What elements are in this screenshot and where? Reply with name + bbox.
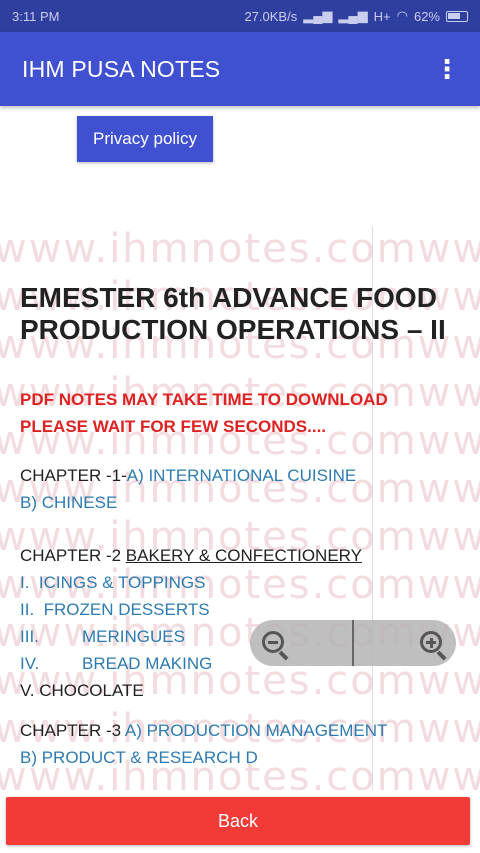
watermark-text: www.ihmnotes.comwww.: [0, 226, 480, 272]
network-speed: 27.0KB/s: [244, 8, 298, 24]
status-bar: 3:11 PM 27.0KB/s ▂▄▆ ▂▄▆ H+ ◠ 62%: [0, 0, 480, 32]
chapter-2-item[interactable]: II. FROZEN DESSERTS: [20, 599, 210, 621]
battery-icon: [446, 10, 468, 22]
page-heading: EMESTER 6th ADVANCE FOOD PRODUCTION OPER…: [20, 282, 446, 345]
webview[interactable]: www.ihmnotes.comwww. www.ihmnotes.comwww…: [0, 226, 480, 790]
download-warning: PDF NOTES MAY TAKE TIME TO DOWNLOAD PLEA…: [20, 390, 388, 436]
status-indicators: 27.0KB/s ▂▄▆ ▂▄▆ H+ ◠ 62%: [244, 8, 468, 24]
item-text: MERINGUES: [82, 627, 185, 646]
app-title: IHM PUSA NOTES: [22, 55, 221, 82]
network-type: H+: [373, 8, 391, 24]
content-area: Privacy policy www.ihmnotes.comwww. www.…: [0, 106, 480, 790]
chapter-3-link-a[interactable]: A) PRODUCTION MANAGEMENT: [125, 721, 388, 740]
status-time: 3:11 PM: [12, 8, 60, 24]
chapter-3-line: CHAPTER -3 A) PRODUCTION MANAGEMENT: [20, 720, 387, 742]
signal-icon-2: ▂▄▆: [338, 8, 368, 23]
chapter-2-label: CHAPTER -2: [20, 546, 126, 565]
item-text: ICINGS & TOPPINGS: [38, 573, 206, 592]
chapter-1-link-a[interactable]: A) INTERNATIONAL CUISINE: [127, 466, 357, 485]
chapter-1-link-b[interactable]: B) CHINESE: [20, 492, 117, 514]
more-vert-icon[interactable]: ⋮: [434, 56, 460, 82]
signal-icon: ▂▄▆: [303, 8, 333, 23]
item-number: IV.: [20, 654, 40, 673]
item-text: FROZEN DESSERTS: [43, 600, 210, 619]
chapter-2-item[interactable]: IV. BREAD MAKING: [20, 653, 212, 675]
chapter-2-line: CHAPTER -2 BAKERY & CONFECTIONERY: [20, 545, 362, 567]
chapter-2-item-v: V. CHOCOLATE: [20, 681, 144, 700]
item-text: BREAD MAKING: [82, 654, 213, 673]
back-button[interactable]: Back: [6, 797, 470, 845]
item-number: III.: [20, 627, 39, 646]
wifi-icon: ◠: [396, 8, 408, 23]
privacy-policy-button[interactable]: Privacy policy: [77, 116, 213, 162]
chapter-3-label: CHAPTER -3: [20, 721, 125, 740]
chapter-2-item[interactable]: I. ICINGS & TOPPINGS: [20, 572, 206, 594]
chapter-3-link-b[interactable]: B) PRODUCT & RESEARCH D: [20, 747, 258, 769]
chapter-2-title-link[interactable]: BAKERY & CONFECTIONERY: [126, 546, 362, 565]
zoom-in-icon: [418, 629, 447, 661]
zoom-in-button[interactable]: [354, 620, 456, 666]
chapter-2-item[interactable]: III. MERINGUES: [20, 626, 185, 648]
battery-level: 62%: [413, 8, 440, 24]
app-bar: IHM PUSA NOTES ⋮: [0, 32, 480, 106]
zoom-controls: [250, 620, 456, 666]
item-number: I.: [20, 573, 30, 592]
chapter-1-label: CHAPTER -1-: [20, 466, 127, 485]
item-number: II.: [20, 600, 35, 619]
chapter-1-line: CHAPTER -1-A) INTERNATIONAL CUISINE: [20, 465, 356, 487]
zoom-out-button[interactable]: [250, 620, 354, 666]
zoom-out-icon: [260, 629, 289, 661]
